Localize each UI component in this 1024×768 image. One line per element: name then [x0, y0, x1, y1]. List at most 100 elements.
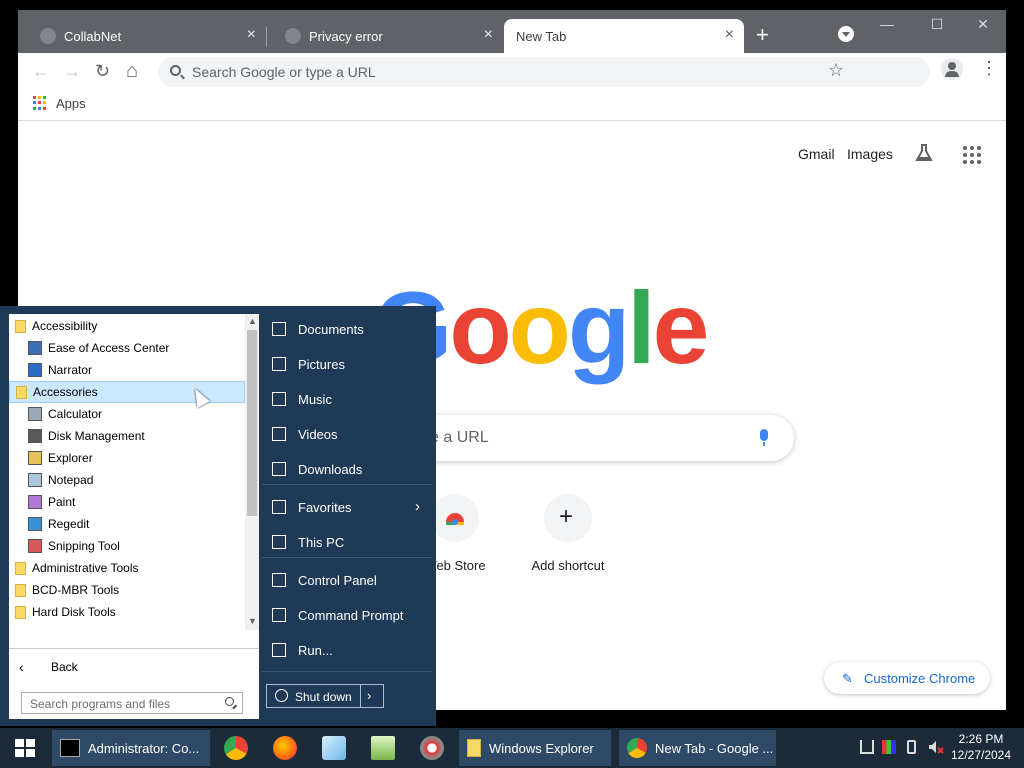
music-icon: [272, 392, 286, 406]
shutdown-options-icon[interactable]: ›: [367, 688, 371, 703]
programs-pane: Accessibility Ease of Access Center Narrat…: [9, 314, 259, 719]
display-icon[interactable]: [882, 740, 896, 754]
tab-search-icon[interactable]: [838, 26, 854, 42]
taskbar-chrome-window[interactable]: New Tab - Google ...: [619, 730, 776, 766]
labs-flask-icon[interactable]: [915, 144, 933, 162]
shortcut-web-store-tile[interactable]: [431, 494, 479, 542]
document-icon: [272, 322, 286, 336]
back-button[interactable]: ‹ Back: [9, 648, 259, 684]
reload-button[interactable]: ↻: [95, 61, 110, 81]
tab-new-tab[interactable]: New Tab ×: [504, 19, 744, 53]
programs-scrollbar[interactable]: ▲ ▼: [245, 314, 259, 630]
program-search-input[interactable]: [30, 696, 210, 711]
omnibox[interactable]: ☆: [158, 57, 930, 87]
usb-icon[interactable]: [907, 740, 916, 754]
start-item-documents[interactable]: Documents: [262, 312, 432, 346]
apps-bookmark[interactable]: Apps: [56, 96, 86, 111]
google-apps-icon[interactable]: [963, 146, 981, 164]
scroll-down-icon[interactable]: ▼: [248, 616, 257, 626]
maximize-button[interactable]: ☐: [922, 16, 952, 33]
omnibox-input[interactable]: [192, 62, 872, 82]
taskbar-explorer-window[interactable]: Windows Explorer: [459, 730, 611, 766]
chrome-icon[interactable]: [224, 736, 248, 760]
chrome-menu-button[interactable]: ⋮: [980, 59, 998, 77]
program-item[interactable]: Explorer: [9, 447, 245, 469]
start-item-favorites[interactable]: Favorites ›: [262, 490, 432, 524]
images-link[interactable]: Images: [847, 146, 893, 162]
start-separator: [262, 484, 432, 485]
disk-app-icon[interactable]: [420, 736, 444, 760]
tab-title: CollabNet: [64, 28, 122, 44]
search-icon[interactable]: [225, 697, 234, 706]
start-item-videos[interactable]: Videos: [262, 417, 432, 451]
start-separator: [262, 671, 432, 672]
program-label: Explorer: [48, 451, 93, 465]
customize-chrome-button[interactable]: ✎ Customize Chrome: [824, 662, 990, 694]
tab-privacy-error[interactable]: Privacy error ×: [267, 19, 503, 53]
start-item-label: Pictures: [298, 356, 345, 372]
voice-search-icon[interactable]: [760, 429, 768, 446]
video-icon: [272, 427, 286, 441]
chart-app-icon[interactable]: [371, 736, 395, 760]
chrome-icon: [627, 738, 647, 758]
add-shortcut-tile[interactable]: +: [544, 494, 592, 542]
start-button[interactable]: [0, 728, 50, 768]
start-item-control-panel[interactable]: Control Panel: [262, 563, 432, 597]
start-item-downloads[interactable]: Downloads: [262, 452, 432, 486]
tab-close-icon[interactable]: ×: [484, 27, 493, 43]
program-folder[interactable]: Hard Disk Tools: [9, 601, 245, 623]
volume-muted-icon[interactable]: [928, 740, 944, 754]
program-item[interactable]: Calculator: [9, 403, 245, 425]
app-icon: [28, 363, 42, 377]
close-window-button[interactable]: ✕: [968, 16, 998, 33]
program-folder[interactable]: Administrative Tools: [9, 557, 245, 579]
add-shortcut-label[interactable]: Add shortcut: [508, 558, 628, 573]
system-clock[interactable]: 2:26 PM 12/27/2024: [946, 731, 1016, 763]
folder-icon: [15, 319, 26, 333]
crystal-icon[interactable]: [322, 736, 346, 760]
tab-close-icon[interactable]: ×: [247, 27, 256, 43]
program-item[interactable]: Ease of Access Center: [9, 337, 245, 359]
apps-grid-icon[interactable]: [33, 96, 47, 110]
app-icon: [28, 495, 42, 509]
start-item-pictures[interactable]: Pictures: [262, 347, 432, 381]
tab-collabnet[interactable]: CollabNet ×: [22, 19, 266, 53]
profile-avatar-icon[interactable]: [941, 58, 963, 80]
start-item-music[interactable]: Music: [262, 382, 432, 416]
program-item[interactable]: Paint: [9, 491, 245, 513]
program-folder[interactable]: Accessories: [9, 381, 245, 403]
program-label: BCD-MBR Tools: [32, 583, 120, 597]
scroll-up-icon[interactable]: ▲: [248, 316, 257, 326]
program-folder[interactable]: BCD-MBR Tools: [9, 579, 245, 601]
picture-icon: [272, 357, 286, 371]
minimize-button[interactable]: —: [872, 16, 902, 32]
new-tab-button[interactable]: +: [756, 24, 769, 46]
bookmark-star-icon[interactable]: ☆: [828, 60, 844, 81]
apps-dot: [38, 101, 41, 105]
taskbar-cmd-window[interactable]: Administrator: Co...: [52, 730, 210, 766]
program-item[interactable]: Narrator: [9, 359, 245, 381]
program-folder[interactable]: Accessibility: [9, 315, 245, 337]
forward-button[interactable]: →: [63, 61, 81, 81]
google-logo-letter: e: [652, 271, 710, 385]
start-item-run[interactable]: Run...: [262, 633, 432, 667]
tab-close-icon[interactable]: ×: [725, 27, 734, 43]
program-search-box[interactable]: [21, 692, 243, 714]
scrollbar-thumb[interactable]: [247, 330, 257, 516]
home-button[interactable]: ⌂: [126, 61, 138, 81]
firefox-icon[interactable]: [273, 736, 297, 760]
shutdown-button[interactable]: Shut down ›: [266, 684, 384, 708]
start-item-this-pc[interactable]: This PC: [262, 525, 432, 559]
program-item[interactable]: Disk Management: [9, 425, 245, 447]
control-panel-icon: [272, 573, 286, 587]
back-button[interactable]: ←: [32, 61, 50, 81]
apps-dot: [38, 106, 41, 110]
program-item[interactable]: Notepad: [9, 469, 245, 491]
network-icon[interactable]: [860, 740, 874, 754]
google-logo-letter: o: [449, 271, 511, 385]
gmail-link[interactable]: Gmail: [798, 146, 835, 162]
start-item-command-prompt[interactable]: Command Prompt: [262, 598, 432, 632]
program-item[interactable]: Regedit: [9, 513, 245, 535]
clock-time: 2:26 PM: [958, 732, 1004, 746]
program-item[interactable]: Snipping Tool: [9, 535, 245, 557]
